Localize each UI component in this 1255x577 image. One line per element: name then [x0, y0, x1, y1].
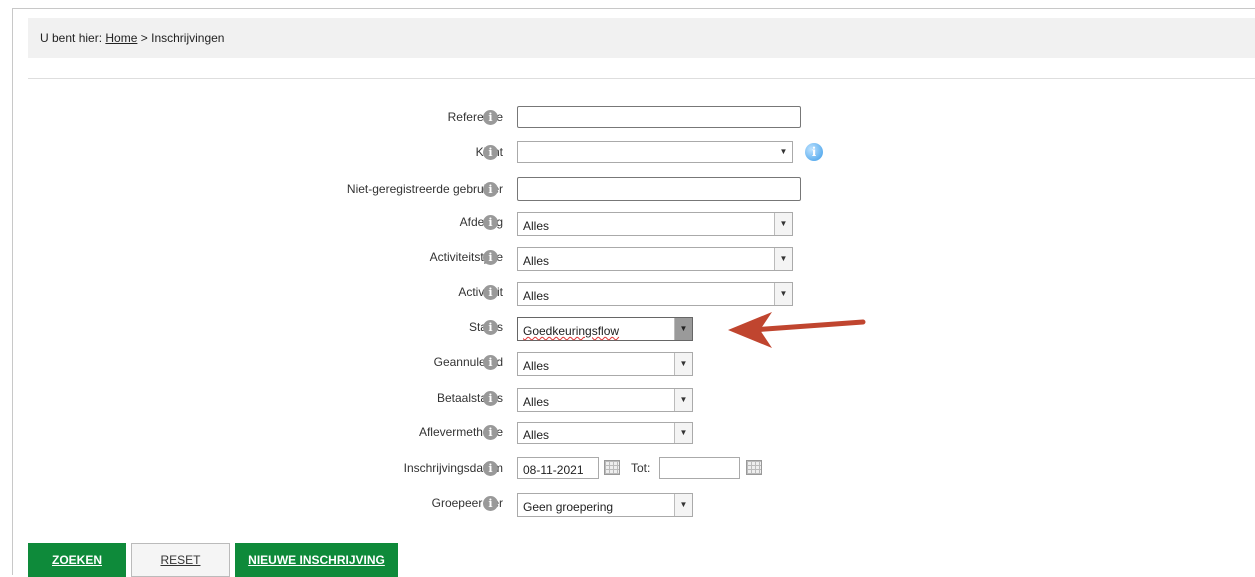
frame-border-top [12, 8, 1255, 9]
breadcrumb-separator: > [140, 31, 148, 45]
betaalstatus-value: Alles [523, 395, 550, 409]
afdeling-value: Alles [523, 219, 550, 233]
row-inschrijvingsdatum: Inschrijvingsdatum i 08-11-2021 Tot: [0, 457, 1255, 481]
geannuleerd-select[interactable]: Alles ▼ [517, 352, 693, 376]
info-icon[interactable]: i [483, 250, 498, 265]
row-groepeer-per: Groepeer per i Geen groepering ▼ [0, 493, 1255, 517]
row-activiteit: Activiteit i Alles ▼ [0, 282, 1255, 306]
row-status: Status i Goedkeuringsflow ▼ [0, 317, 1255, 341]
breadcrumb-home-link[interactable]: Home [105, 31, 137, 45]
status-select[interactable]: Goedkeuringsflow ▼ [517, 317, 693, 341]
breadcrumb: U bent hier: Home > Inschrijvingen [40, 31, 224, 45]
chevron-down-icon[interactable]: ▼ [674, 494, 692, 516]
row-geannuleerd: Geannuleerd i Alles ▼ [0, 352, 1255, 376]
info-icon[interactable]: i [483, 461, 498, 476]
klant-select[interactable]: ▼ [517, 141, 793, 163]
niet-geregistreerd-input[interactable] [517, 177, 801, 201]
chevron-down-icon[interactable]: ▼ [674, 318, 692, 340]
activiteitstype-select[interactable]: Alles ▼ [517, 247, 793, 271]
date-from-value: 08-11-2021 [523, 463, 584, 477]
chevron-down-icon[interactable]: ▼ [774, 213, 792, 235]
nieuwe-inschrijving-button[interactable]: NIEUWE INSCHRIJVING [235, 543, 398, 577]
row-betaalstatus: Betaalstatus i Alles ▼ [0, 388, 1255, 412]
breadcrumb-current: Inschrijvingen [151, 31, 225, 45]
zoeken-button[interactable]: ZOEKEN [28, 543, 126, 577]
date-to-label: Tot: [631, 461, 651, 475]
row-afdeling: Afdeling i Alles ▼ [0, 212, 1255, 236]
groepeer-per-select[interactable]: Geen groepering ▼ [517, 493, 693, 517]
chevron-down-icon[interactable]: ▼ [674, 389, 692, 411]
info-icon[interactable]: i [483, 285, 498, 300]
info-icon[interactable]: i [483, 215, 498, 230]
calendar-icon[interactable] [604, 460, 620, 475]
betaalstatus-select[interactable]: Alles ▼ [517, 388, 693, 412]
info-icon[interactable]: i [483, 425, 498, 440]
info-icon[interactable]: i [483, 145, 498, 160]
calendar-icon[interactable] [746, 460, 762, 475]
activiteit-select[interactable]: Alles ▼ [517, 282, 793, 306]
info-icon[interactable]: i [483, 391, 498, 406]
row-niet-geregistreerd: Niet-geregistreerde gebruiker i [0, 177, 1255, 201]
aflevermethode-value: Alles [523, 428, 550, 442]
annotation-arrow [728, 312, 866, 348]
date-to-input[interactable] [659, 457, 740, 479]
info-icon[interactable]: i [483, 110, 498, 125]
row-aflevermethode: Aflevermethode i Alles ▼ [0, 422, 1255, 446]
row-activiteitstype: Activiteitstype i Alles ▼ [0, 247, 1255, 271]
info-icon[interactable]: i [483, 355, 498, 370]
info-icon[interactable]: i [483, 182, 498, 197]
chevron-down-icon[interactable]: ▼ [774, 283, 792, 305]
chevron-down-icon[interactable]: ▼ [774, 248, 792, 270]
niet-geregistreerd-label: Niet-geregistreerde gebruiker [346, 182, 503, 196]
breadcrumb-prefix: U bent hier: [40, 31, 103, 45]
activiteit-value: Alles [523, 289, 550, 303]
chevron-down-icon[interactable]: ▼ [674, 423, 692, 443]
reset-button[interactable]: RESET [131, 543, 230, 577]
info-icon[interactable]: i [483, 496, 498, 511]
chevron-down-icon[interactable]: ▼ [775, 142, 792, 162]
status-value: Goedkeuringsflow [523, 324, 620, 338]
aflevermethode-select[interactable]: Alles ▼ [517, 422, 693, 444]
header-divider [28, 78, 1255, 79]
row-klant: Klant i ▼ [0, 141, 1255, 165]
klant-info-icon[interactable]: i [805, 143, 823, 161]
geannuleerd-value: Alles [523, 359, 550, 373]
afdeling-select[interactable]: Alles ▼ [517, 212, 793, 236]
activiteitstype-value: Alles [523, 254, 550, 268]
info-icon[interactable]: i [483, 320, 498, 335]
chevron-down-icon[interactable]: ▼ [674, 353, 692, 375]
row-referentie: Referentie i [0, 106, 1255, 130]
date-from-input[interactable]: 08-11-2021 [517, 457, 599, 479]
groepeer-per-value: Geen groepering [523, 500, 614, 514]
referentie-input[interactable] [517, 106, 801, 128]
